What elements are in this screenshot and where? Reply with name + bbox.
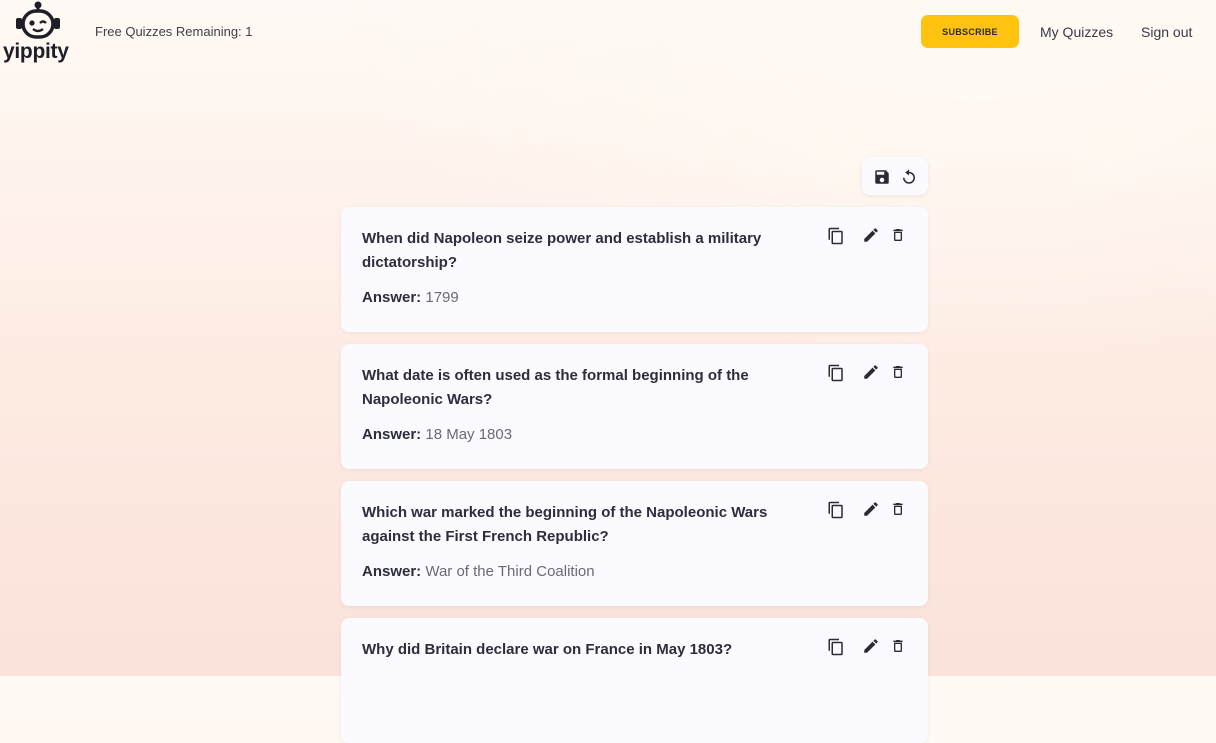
question-text: What date is often used as the formal be… — [362, 367, 749, 408]
question-card: When did Napoleon seize power and establ… — [341, 207, 928, 332]
logo[interactable]: yippity — [0, 0, 76, 66]
edit-icon[interactable] — [862, 500, 880, 520]
undo-icon[interactable] — [900, 168, 918, 186]
answer-line: Answer: War of the Third Coalition — [362, 563, 595, 580]
logo-text: yippity — [3, 40, 69, 63]
delete-icon[interactable] — [890, 637, 908, 657]
header: yippity Free Quizzes Remaining: 1 SUBSCR… — [0, 0, 1216, 70]
sign-out-link[interactable]: Sign out — [1141, 24, 1192, 40]
question-text: Why did Britain declare war on France in… — [362, 641, 733, 658]
answer-text: War of the Third Coalition — [425, 563, 595, 580]
subscribe-button[interactable]: SUBSCRIBE — [921, 15, 1019, 48]
copy-icon[interactable] — [827, 500, 845, 520]
copy-icon[interactable] — [827, 363, 845, 383]
question-card: Which war marked the beginning of the Na… — [341, 481, 928, 606]
answer-text: 1799 — [425, 289, 459, 306]
answer-line: Answer: 1799 — [362, 289, 459, 306]
edit-icon[interactable] — [862, 226, 880, 246]
answer-line: Answer: 18 May 1803 — [362, 426, 512, 443]
answer-label: Answer: — [362, 426, 422, 443]
edit-icon[interactable] — [862, 637, 880, 657]
robot-logo-icon — [16, 1, 60, 39]
copy-icon[interactable] — [827, 637, 845, 657]
my-quizzes-link[interactable]: My Quizzes — [1040, 24, 1113, 40]
edit-icon[interactable] — [862, 363, 880, 383]
question-text: Which war marked the beginning of the Na… — [362, 504, 768, 545]
answer-label: Answer: — [362, 563, 422, 580]
question-text: When did Napoleon seize power and establ… — [362, 230, 762, 271]
delete-icon[interactable] — [890, 363, 908, 383]
question-card: What date is often used as the formal be… — [341, 344, 928, 469]
delete-icon[interactable] — [890, 500, 908, 520]
quiz-toolbar — [862, 157, 928, 195]
question-card: Why did Britain declare war on France in… — [341, 618, 928, 743]
save-icon[interactable] — [873, 168, 891, 186]
answer-text: 18 May 1803 — [425, 426, 513, 443]
delete-icon[interactable] — [890, 226, 908, 246]
answer-label: Answer: — [362, 289, 422, 306]
free-quizzes-remaining: Free Quizzes Remaining: 1 — [95, 24, 253, 39]
copy-icon[interactable] — [827, 226, 845, 246]
